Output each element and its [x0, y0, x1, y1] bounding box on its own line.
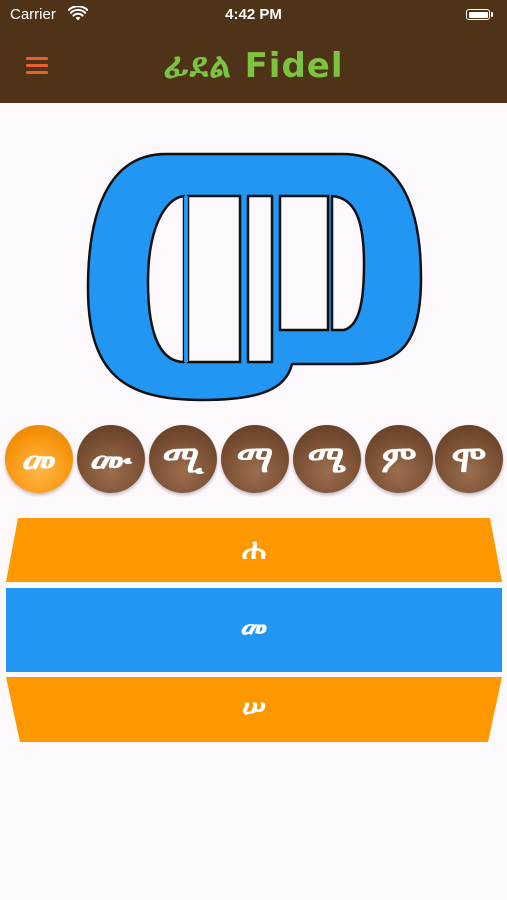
main-letter-display [86, 152, 423, 402]
status-bar: Carrier 4:42 PM [0, 0, 507, 32]
picker-row-next[interactable]: ሠ [6, 690, 502, 725]
variant-button-1[interactable]: መ [5, 425, 73, 493]
variant-button-5[interactable]: ሜ [293, 425, 361, 493]
variant-button-3[interactable]: ሚ [149, 425, 217, 493]
app-title: ፊደል Fidel [163, 46, 344, 86]
battery-icon [466, 9, 493, 20]
clock: 4:42 PM [225, 6, 282, 23]
navigation-bar: ፊደል Fidel [0, 32, 507, 103]
picker-row-current[interactable]: መ [6, 610, 502, 645]
variant-button-4[interactable]: ማ [221, 425, 289, 493]
variant-button-6[interactable]: ም [365, 425, 433, 493]
picker-row-previous[interactable]: ሐ [6, 532, 502, 567]
main-letter-glyph [86, 152, 423, 402]
letter-picker-wheel[interactable]: ሐ መ ሠ [6, 518, 502, 742]
vowel-variant-selector: መ ሙ ሚ ማ ሜ ም ሞ [5, 425, 505, 495]
variant-button-7[interactable]: ሞ [435, 425, 503, 493]
variant-button-2[interactable]: ሙ [77, 425, 145, 493]
